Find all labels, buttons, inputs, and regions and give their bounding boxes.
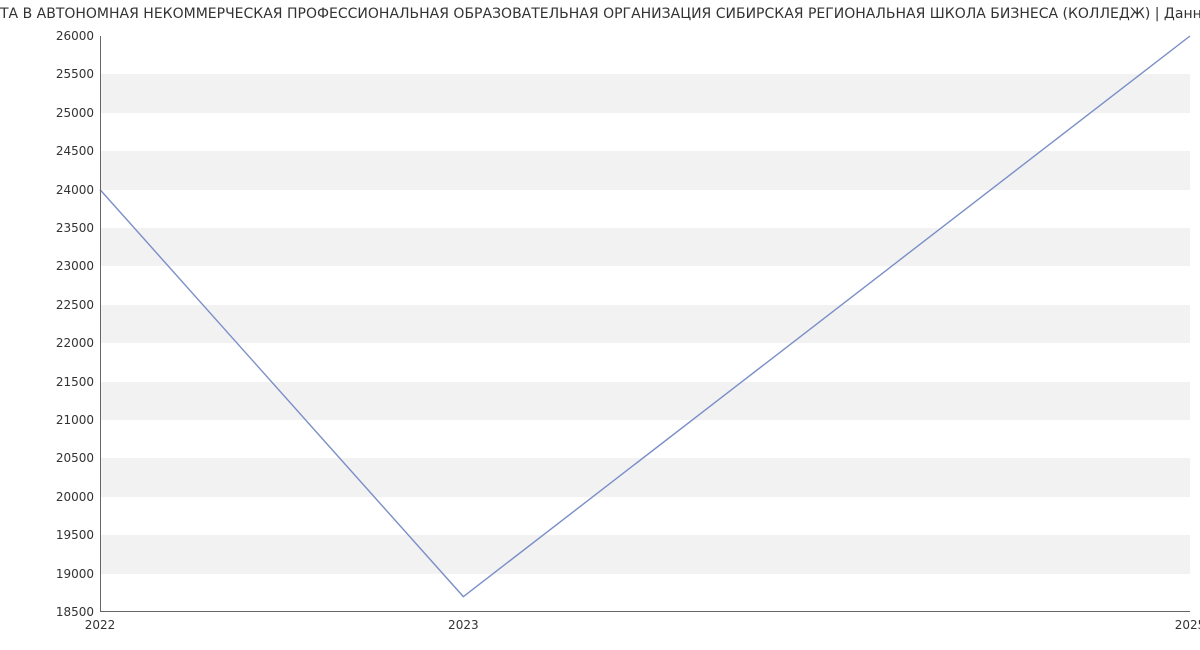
x-tick-label: 2023 [448,618,479,632]
y-tick-label: 22000 [4,336,94,350]
y-tick-label: 21000 [4,413,94,427]
x-tick-label: 2025 [1175,618,1200,632]
axis-x [100,611,1190,612]
y-tick-label: 23000 [4,259,94,273]
line-series [100,36,1190,612]
y-tick-label: 19000 [4,567,94,581]
y-tick-label: 23500 [4,221,94,235]
y-tick-label: 24500 [4,144,94,158]
y-tick-label: 26000 [4,29,94,43]
y-tick-label: 18500 [4,605,94,619]
y-tick-label: 22500 [4,298,94,312]
y-tick-label: 21500 [4,375,94,389]
plot-area [100,36,1190,612]
axis-y [100,36,101,612]
y-tick-label: 19500 [4,528,94,542]
y-tick-label: 20500 [4,451,94,465]
y-tick-label: 25500 [4,67,94,81]
x-tick-label: 2022 [85,618,116,632]
y-tick-label: 20000 [4,490,94,504]
chart-title: ТА В АВТОНОМНАЯ НЕКОММЕРЧЕСКАЯ ПРОФЕССИО… [0,6,1200,22]
y-tick-label: 25000 [4,106,94,120]
y-tick-label: 24000 [4,183,94,197]
